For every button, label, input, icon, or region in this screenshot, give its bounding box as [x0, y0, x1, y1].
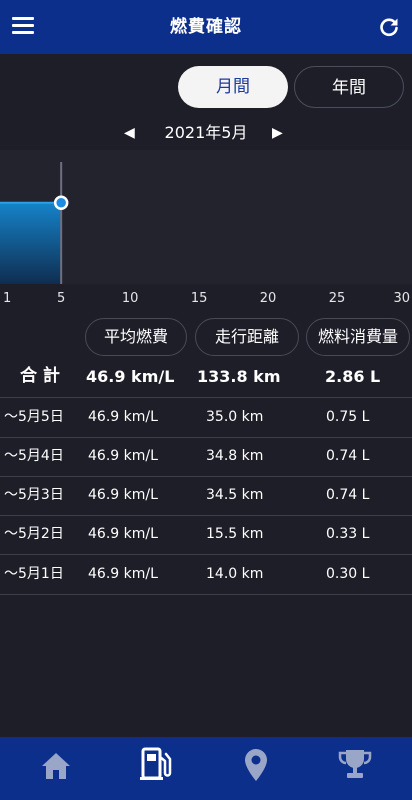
tab-yearly[interactable]: 年間 [294, 66, 404, 108]
x-tick-label: 30 [393, 291, 410, 306]
x-tick-label: 5 [57, 291, 65, 306]
total-label: 合 計 [20, 366, 60, 386]
chart-area-series [0, 202, 62, 284]
row-fuel-economy: 46.9 km/L [88, 409, 158, 425]
row-date: 〜5月3日 [4, 487, 64, 503]
table-row[interactable]: 〜5月1日 46.9 km/L 14.0 km 0.30 L [0, 555, 412, 594]
row-distance: 34.5 km [206, 487, 264, 503]
x-tick-label: 1 [3, 291, 11, 306]
row-fuel-economy: 46.9 km/L [88, 526, 158, 542]
app-header: 燃費確認 [0, 0, 412, 54]
fuel-pump-icon[interactable] [140, 747, 172, 781]
table-row[interactable]: 〜5月5日 46.9 km/L 35.0 km 0.75 L [0, 398, 412, 437]
table-row[interactable]: 〜5月4日 46.9 km/L 34.8 km 0.74 L [0, 437, 412, 476]
row-date: 〜5月4日 [4, 448, 64, 464]
row-fuel: 0.30 L [326, 566, 370, 582]
total-row: 合 計 46.9 km/L 133.8 km 2.86 L [0, 357, 412, 396]
month-nav: ◀ 2021年5月 ▶ [0, 120, 412, 146]
chart-data-point[interactable] [53, 195, 69, 210]
trophy-icon[interactable] [338, 749, 372, 779]
row-fuel: 0.74 L [326, 448, 370, 464]
row-distance: 34.8 km [206, 448, 264, 464]
row-fuel: 0.33 L [326, 526, 370, 542]
home-icon[interactable] [40, 751, 72, 781]
fuel-economy-chart[interactable]: 1 5 10 15 20 25 30 [0, 150, 412, 310]
row-distance: 15.5 km [206, 526, 264, 542]
table-row[interactable]: 〜5月3日 46.9 km/L 34.5 km 0.74 L [0, 476, 412, 515]
refresh-icon[interactable] [378, 16, 400, 38]
column-fuel-consumed[interactable]: 燃料消費量 [306, 318, 410, 356]
total-distance: 133.8 km [197, 367, 281, 386]
x-tick-label: 10 [122, 291, 139, 306]
table-row[interactable]: 〜5月2日 46.9 km/L 15.5 km 0.33 L [0, 515, 412, 554]
column-distance[interactable]: 走行距離 [195, 318, 299, 356]
bottom-nav [0, 737, 412, 800]
row-fuel: 0.75 L [326, 409, 370, 425]
column-avg-fuel-economy[interactable]: 平均燃費 [85, 318, 187, 356]
x-tick-label: 20 [260, 291, 277, 306]
row-divider [0, 594, 412, 595]
tab-monthly[interactable]: 月間 [178, 66, 288, 108]
next-month-button[interactable]: ▶ [272, 120, 283, 146]
row-date: 〜5月5日 [4, 409, 64, 425]
total-fuel: 2.86 L [325, 367, 381, 386]
row-fuel-economy: 46.9 km/L [88, 566, 158, 582]
row-fuel-economy: 46.9 km/L [88, 487, 158, 503]
map-pin-icon[interactable] [244, 748, 268, 782]
x-tick-label: 15 [191, 291, 208, 306]
row-distance: 35.0 km [206, 409, 264, 425]
row-date: 〜5月1日 [4, 566, 64, 582]
chart-canvas: 1 5 10 15 20 25 30 [0, 150, 412, 306]
period-tabs: 月間 年間 [0, 66, 412, 110]
row-fuel-economy: 46.9 km/L [88, 448, 158, 464]
month-label: 2021年5月 [164, 123, 248, 142]
x-tick-label: 25 [329, 291, 346, 306]
row-distance: 14.0 km [206, 566, 264, 582]
row-fuel: 0.74 L [326, 487, 370, 503]
row-date: 〜5月2日 [4, 526, 64, 542]
total-fuel-economy: 46.9 km/L [86, 367, 175, 386]
page-title: 燃費確認 [170, 17, 242, 37]
